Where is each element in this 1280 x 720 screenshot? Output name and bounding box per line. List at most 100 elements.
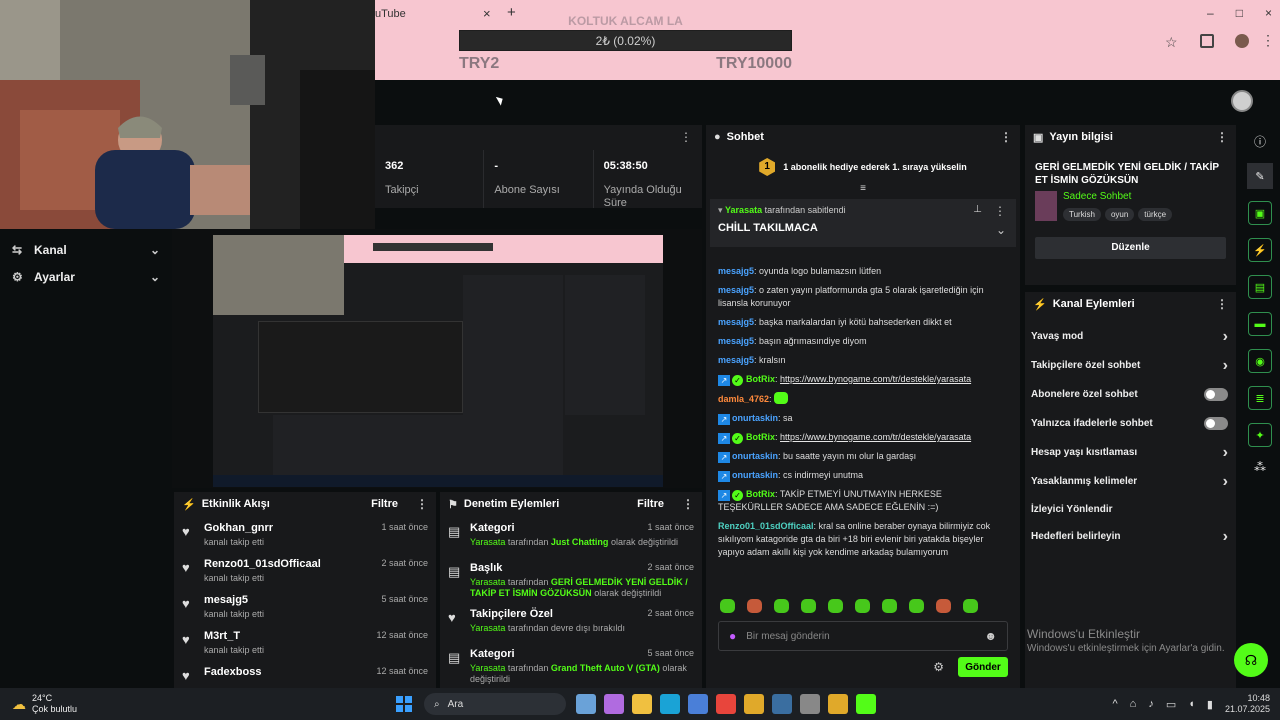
edit-stream-button[interactable]: Düzenle xyxy=(1035,237,1226,259)
unpin-icon[interactable]: ⊥ xyxy=(973,204,982,215)
collapse-icon[interactable]: ≡ xyxy=(706,184,1020,195)
document-icon[interactable]: ▤ xyxy=(1248,275,1272,299)
moderation-actor[interactable]: Yarasata xyxy=(470,623,505,633)
toggle-switch[interactable] xyxy=(1204,417,1228,430)
chat-settings-gear-icon[interactable]: ⚙ xyxy=(933,660,944,674)
emote-icon[interactable] xyxy=(801,599,816,613)
moderation-actor[interactable]: Yarasata xyxy=(470,537,505,547)
microphone-icon[interactable]: ● xyxy=(729,629,736,643)
feed-item-name[interactable]: Renzo01_01sdOfficaal xyxy=(204,558,381,570)
emote-icon[interactable] xyxy=(720,599,735,613)
stream-preview[interactable] xyxy=(172,229,702,488)
emote-icon[interactable] xyxy=(828,599,843,613)
pencil-icon[interactable]: ✎ xyxy=(1247,163,1273,189)
activity-filter-button[interactable]: Filtre xyxy=(371,498,398,510)
channel-action-item[interactable]: Hedefleri belirleyin › xyxy=(1025,522,1236,551)
channel-action-item[interactable]: Yasaklanmış kelimeler › xyxy=(1025,467,1236,496)
chat-input[interactable]: ● Bir mesaj gönderin ☻ xyxy=(718,621,1008,651)
minimize-button[interactable]: – xyxy=(1207,6,1214,20)
chat-username[interactable]: mesajg5 xyxy=(718,317,754,327)
pinned-menu-icon[interactable]: ⋮ xyxy=(994,204,1006,218)
gift-leaderboard[interactable]: 1 1 abonelik hediye ederek 1. sıraya yük… xyxy=(706,149,1020,185)
chat-username[interactable]: onurtaskin xyxy=(732,413,778,423)
feed-item[interactable]: ♥ Fadexboss 12 saat önce xyxy=(174,660,436,688)
obs-icon[interactable] xyxy=(800,694,820,714)
display-icon[interactable]: ▭ xyxy=(1166,698,1176,711)
feed-item[interactable]: ♥ mesajg5 kanalı takip etti 5 saat önce xyxy=(174,588,436,624)
close-window-button[interactable]: × xyxy=(1265,6,1272,20)
copilot-icon[interactable] xyxy=(604,694,624,714)
chat-username[interactable]: Renzo01_01sdOfficaal xyxy=(718,521,814,531)
app-r2-icon[interactable] xyxy=(828,694,848,714)
emoji-icon[interactable]: ☻ xyxy=(984,629,997,643)
send-button[interactable]: Gönder xyxy=(958,657,1008,677)
app-r-icon[interactable] xyxy=(744,694,764,714)
stack-icon[interactable]: ≣ xyxy=(1248,386,1272,410)
chat-link[interactable]: https://www.bynogame.com/tr/destekle/yar… xyxy=(780,374,971,384)
stream-tag[interactable]: Turkish xyxy=(1063,208,1101,221)
chat-username[interactable]: mesajg5 xyxy=(718,355,754,365)
support-headset-button[interactable]: ☊ xyxy=(1234,643,1268,677)
weather-widget[interactable]: ☁ 24°C Çok bulutlu xyxy=(0,693,160,715)
group-icon[interactable]: ⁂ xyxy=(1240,460,1280,474)
moderation-actor[interactable]: Yarasata xyxy=(470,663,505,673)
emote-icon[interactable] xyxy=(909,599,924,613)
feed-item-name[interactable]: Gokhan_gnrr xyxy=(204,522,381,534)
bookmark-star-icon[interactable]: ☆ xyxy=(1165,34,1178,51)
maximize-button[interactable]: □ xyxy=(1236,6,1243,20)
channel-action-item[interactable]: Hesap yaşı kısıtlaması › xyxy=(1025,438,1236,467)
moderation-filter-button[interactable]: Filtre xyxy=(637,498,664,510)
sidebar-item-ayarlar[interactable]: ⚙ Ayarlar ⌄ xyxy=(0,263,172,290)
moderation-item[interactable]: ▤ Başlık 2 saat önce Yarasata tarafından GE… xyxy=(440,556,702,602)
channel-action-item[interactable]: Abonelere özel sohbet xyxy=(1025,380,1236,409)
moderation-item[interactable]: ♥ Takipçilere Özel 2 saat önce Yarasata tar… xyxy=(440,602,702,642)
channel-action-item[interactable]: Yalnızca ifadelerle sohbet xyxy=(1025,409,1236,438)
app-v-icon[interactable] xyxy=(856,694,876,714)
chat-username[interactable]: mesajg5 xyxy=(718,285,754,295)
chat-username[interactable]: mesajg5 xyxy=(718,266,754,276)
microphone-icon[interactable]: ♪ xyxy=(1148,698,1154,710)
chat-username[interactable]: onurtaskin xyxy=(732,451,778,461)
windows-start-icon[interactable] xyxy=(396,696,412,712)
chat-username[interactable]: BotRix xyxy=(746,374,775,384)
stream-tag[interactable]: oyun xyxy=(1104,208,1135,221)
channel-action-item[interactable]: İzleyici Yönlendir xyxy=(1025,496,1236,522)
store-icon[interactable] xyxy=(688,694,708,714)
channel-action-item[interactable]: Takipçilere özel sohbet › xyxy=(1025,351,1236,380)
feed-item[interactable]: ♥ Gokhan_gnrr kanalı takip etti 1 saat önce xyxy=(174,516,436,552)
battery-icon[interactable]: ▮ xyxy=(1207,698,1213,711)
emote-icon[interactable] xyxy=(963,599,978,613)
stream-tag[interactable]: türkçe xyxy=(1138,208,1173,221)
toggle-switch[interactable] xyxy=(1204,388,1228,401)
file-explorer-icon[interactable] xyxy=(632,694,652,714)
chevron-down-icon[interactable]: ⌄ xyxy=(996,223,1006,237)
extensions-icon[interactable] xyxy=(1200,34,1214,48)
chat-username[interactable]: onurtaskin xyxy=(732,470,778,480)
steam-icon[interactable] xyxy=(772,694,792,714)
channel-actions-menu-icon[interactable]: ⋮ xyxy=(1216,297,1228,311)
sidebar-item-kanal[interactable]: ⇆ Kanal ⌄ xyxy=(0,236,172,263)
emote-icon[interactable] xyxy=(936,599,951,613)
channel-action-item[interactable]: Yavaş mod › xyxy=(1025,322,1236,351)
chat-username[interactable]: mesajg5 xyxy=(718,336,754,346)
network-icon[interactable]: ⌂ xyxy=(1130,698,1137,710)
browser-menu-icon[interactable]: ⋮ xyxy=(1261,32,1275,49)
moderation-item[interactable]: ▤ Kategori 5 saat önce Yarasata tarafından … xyxy=(440,642,702,684)
activity-menu-icon[interactable]: ⋮ xyxy=(416,497,428,511)
emote-icon[interactable] xyxy=(774,599,789,613)
chat-username[interactable]: BotRix xyxy=(746,489,775,499)
feed-item-name[interactable]: mesajg5 xyxy=(204,594,381,606)
stats-menu-icon[interactable]: ⋮ xyxy=(680,130,692,144)
feed-item-name[interactable]: M3rt_T xyxy=(204,630,376,642)
landscape-widget-icon[interactable] xyxy=(576,694,596,714)
chrome-icon[interactable] xyxy=(716,694,736,714)
profile-avatar[interactable] xyxy=(1235,34,1249,48)
chat-bubble-icon[interactable]: ▬ xyxy=(1248,312,1272,336)
chevron-up-icon[interactable]: ^ xyxy=(1113,698,1118,710)
chat-menu-icon[interactable]: ⋮ xyxy=(1000,130,1012,144)
user-avatar[interactable] xyxy=(1231,90,1253,112)
lightning-icon[interactable]: ⚡ xyxy=(1248,238,1272,262)
wrench-icon[interactable]: ✦ xyxy=(1248,423,1272,447)
emote-icon[interactable] xyxy=(747,599,762,613)
speaker-icon[interactable]: ◖ xyxy=(1188,698,1195,710)
